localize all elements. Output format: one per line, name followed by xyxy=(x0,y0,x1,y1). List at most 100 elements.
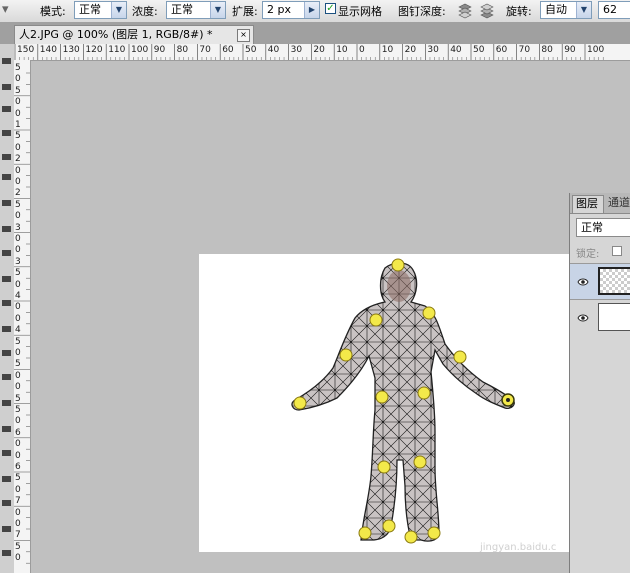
tab-layers[interactable]: 图层 xyxy=(572,195,604,213)
layer-row-background[interactable] xyxy=(570,299,630,336)
mode-label: 模式: xyxy=(40,5,66,18)
tool-preset-icon[interactable]: ▾ xyxy=(2,2,9,17)
layers-panel-tabs: 图层 通道 xyxy=(570,193,630,214)
chevron-right-icon[interactable]: ▶ xyxy=(304,2,319,18)
ruler-label: 150 xyxy=(17,45,35,55)
ruler-label: 1 xyxy=(15,120,21,130)
blend-mode-select[interactable]: 正常 xyxy=(576,218,630,237)
ruler-label: 0 xyxy=(15,484,21,495)
pin-left-knee[interactable] xyxy=(377,460,391,474)
ruler-label: 5 xyxy=(15,541,21,552)
pin-right-shoulder[interactable] xyxy=(422,306,436,320)
mode-select[interactable]: 正常 ▼ xyxy=(74,1,127,19)
tool-icon[interactable] xyxy=(2,526,11,532)
ruler-label: 0 xyxy=(15,211,21,222)
tool-icon[interactable] xyxy=(2,106,11,112)
vertical-ruler[interactable]: 5050015020025030035040045050055060065070… xyxy=(14,60,31,573)
ruler-label: 10 xyxy=(336,45,348,55)
angle-input[interactable]: 62 xyxy=(598,1,630,19)
tool-icon[interactable] xyxy=(2,174,11,180)
ruler-label: 0 xyxy=(15,313,21,324)
pin-left-shoulder[interactable] xyxy=(369,313,383,327)
pin-right-knee[interactable] xyxy=(413,455,427,469)
tool-icon[interactable] xyxy=(2,200,11,206)
face-shading xyxy=(387,270,411,302)
show-mesh-label: 显示网格 xyxy=(338,5,382,18)
horizontal-ruler[interactable]: 150 140 130 120 110 100 90 80 70 60 50 40 30 20 10 0 10 2… xyxy=(14,44,630,61)
pin-left-hip[interactable] xyxy=(375,390,389,404)
tool-icon[interactable] xyxy=(2,250,11,256)
eye-icon[interactable] xyxy=(577,276,589,288)
document-tab[interactable]: 人2.JPG @ 100% (图层 1, RGB/8#) * × xyxy=(14,25,254,44)
pin-left-hand[interactable] xyxy=(293,396,307,410)
ruler-label: 5 xyxy=(15,405,21,415)
tool-icon[interactable] xyxy=(2,374,11,380)
eye-icon[interactable] xyxy=(577,312,589,324)
tool-icon[interactable] xyxy=(2,130,11,136)
pin-depth-label: 图钉深度: xyxy=(398,5,446,18)
pin-head[interactable] xyxy=(391,258,405,272)
ruler-label: 6 xyxy=(15,462,21,472)
mesh-overlay xyxy=(292,262,515,542)
tool-icon[interactable] xyxy=(2,426,11,432)
expansion-value: 2 px xyxy=(267,3,291,16)
expansion-input[interactable]: 2 px ▶ xyxy=(262,1,320,19)
tool-icon[interactable] xyxy=(2,154,11,160)
tool-icon[interactable] xyxy=(2,550,11,556)
rotation-select[interactable]: 自动 ▼ xyxy=(540,1,592,19)
ruler-label: 0 xyxy=(15,177,21,187)
pin-right-elbow[interactable] xyxy=(453,350,467,364)
canvas[interactable] xyxy=(199,254,569,552)
ruler-label: 90 xyxy=(564,45,576,55)
layers-panel: 图层 通道 正常 锁定: xyxy=(569,193,630,573)
tool-icon[interactable] xyxy=(2,84,11,90)
ruler-label: 7 xyxy=(15,496,21,507)
tool-icon[interactable] xyxy=(2,500,11,506)
pin-left-foot-inner[interactable] xyxy=(382,519,396,533)
ruler-label: 3 xyxy=(15,256,21,267)
tool-icon[interactable] xyxy=(2,476,11,482)
ruler-label: 4 xyxy=(15,325,21,336)
pin-left-elbow[interactable] xyxy=(339,348,353,362)
chevron-down-icon: ▼ xyxy=(111,2,126,18)
layer-thumbnail xyxy=(598,303,630,331)
lock-label: 锁定: xyxy=(576,249,600,260)
pin-right-hip[interactable] xyxy=(417,386,431,400)
tab-channels[interactable]: 通道 xyxy=(608,195,630,212)
tool-icon[interactable] xyxy=(2,276,11,282)
ruler-label: 2 xyxy=(15,188,21,199)
layer-row-1[interactable] xyxy=(570,263,630,300)
ruler-label: 5 xyxy=(15,199,21,210)
tool-icon[interactable] xyxy=(2,300,11,306)
options-bar: ▾ 模式: 正常 ▼ 浓度: 正常 ▼ 扩展: 2 px ▶ ✓ 显示网格 图钉… xyxy=(0,0,630,23)
pin-depth-back-icon[interactable] xyxy=(478,2,496,23)
ruler-label: 0 xyxy=(15,142,21,153)
ruler-label: 0 xyxy=(15,348,21,358)
ruler-label: 60 xyxy=(222,45,234,55)
angle-value: 62 xyxy=(603,3,617,16)
density-select[interactable]: 正常 ▼ xyxy=(166,1,226,19)
ruler-label: 5 xyxy=(15,336,21,347)
ruler-label: 40 xyxy=(450,45,462,55)
pin-depth-front-icon[interactable] xyxy=(456,2,474,23)
tool-icon[interactable] xyxy=(2,326,11,332)
tool-icon[interactable] xyxy=(2,350,11,356)
close-icon[interactable]: × xyxy=(237,29,250,42)
tool-icon[interactable] xyxy=(2,400,11,406)
tool-icon[interactable] xyxy=(2,58,11,64)
ruler-label: 20 xyxy=(313,45,325,55)
tool-icon[interactable] xyxy=(2,226,11,232)
watermark: jingyan.baidu.c xyxy=(480,542,557,553)
ruler-label: 5 xyxy=(15,85,21,96)
pin-right-foot-outer[interactable] xyxy=(427,526,441,540)
ruler-label: 10 xyxy=(381,45,394,55)
ruler-label: 50 xyxy=(245,45,257,55)
tool-icon[interactable] xyxy=(2,450,11,456)
ruler-label: 0 xyxy=(15,279,21,290)
pin-right-foot-inner[interactable] xyxy=(404,530,418,544)
puppet-warp-figure[interactable] xyxy=(199,254,569,552)
lock-transparency-icon[interactable] xyxy=(612,246,622,256)
ruler-label: 70 xyxy=(518,45,531,55)
show-mesh-checkbox[interactable]: ✓ xyxy=(325,3,336,14)
pin-left-foot-outer[interactable] xyxy=(358,526,372,540)
